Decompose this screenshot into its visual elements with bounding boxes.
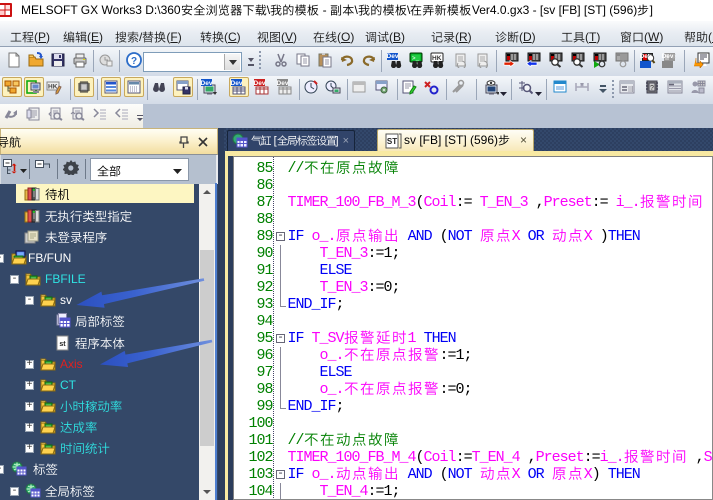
svg-text:ST: ST	[387, 137, 397, 146]
svg-text:>_: >_	[412, 55, 420, 62]
svg-text:Dev: Dev	[277, 80, 289, 87]
svg-text:Dev: Dev	[254, 80, 266, 87]
svg-text:Dev: Dev	[231, 80, 243, 87]
svg-text:?: ?	[650, 85, 654, 92]
svg-text:HK: HK	[432, 55, 442, 62]
svg-text:Dev: Dev	[662, 53, 674, 60]
svg-text:Dev: Dev	[387, 53, 399, 60]
svg-text:Dev: Dev	[640, 53, 652, 60]
